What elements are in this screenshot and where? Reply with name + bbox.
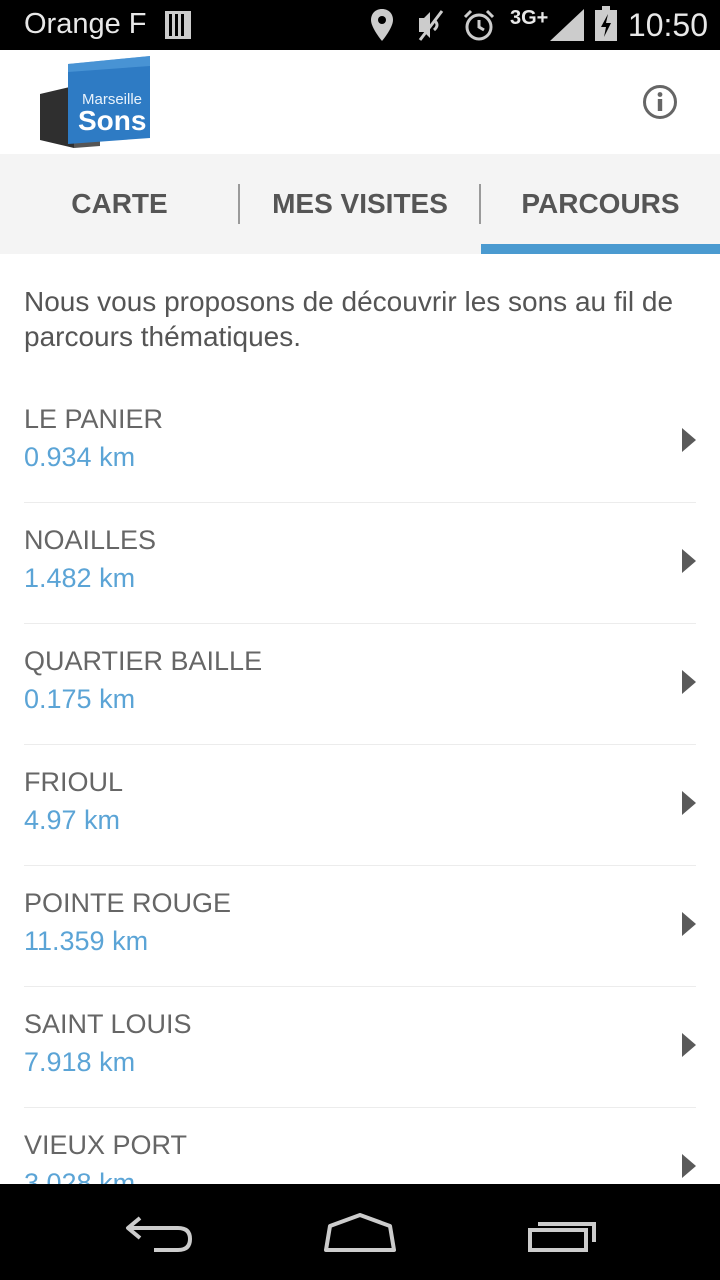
status-bar: Orange F 3G+ 10:50 (0, 0, 720, 50)
route-distance: 3.028 km (24, 1168, 136, 1184)
route-distance: 0.934 km (24, 442, 136, 472)
clock: 10:50 (627, 7, 708, 43)
route-name: POINTE ROUGE (24, 888, 232, 918)
list-item[interactable]: QUARTIER BAILLE 0.175 km (24, 624, 696, 745)
routes-panel[interactable]: Nous vous proposons de découvrir les son… (0, 254, 720, 1184)
chevron-right-icon (682, 670, 696, 694)
chevron-right-icon (682, 549, 696, 573)
route-distance: 7.918 km (24, 1047, 136, 1077)
app-header: Marseille Sons (0, 50, 720, 154)
route-name: SAINT LOUIS (24, 1009, 192, 1039)
svg-text:Sons: Sons (78, 105, 146, 136)
chevron-right-icon (682, 791, 696, 815)
active-tab-indicator (481, 244, 720, 254)
list-item[interactable]: VIEUX PORT 3.028 km (24, 1108, 696, 1184)
list-item[interactable]: LE PANIER 0.934 km (24, 382, 696, 503)
battery-icon (595, 6, 617, 41)
marseille-sons-logo: Marseille Sons (40, 56, 150, 148)
tab-label: MES VISITES (272, 188, 448, 219)
network-type: 3G+ (510, 7, 549, 29)
list-item[interactable]: SAINT LOUIS 7.918 km (24, 987, 696, 1108)
chevron-right-icon (682, 428, 696, 452)
tab-label: PARCOURS (521, 188, 680, 219)
route-name: NOAILLES (24, 525, 157, 555)
list-item[interactable]: POINTE ROUGE 11.359 km (24, 866, 696, 987)
routes-list: LE PANIER 0.934 km NOAILLES 1.482 km QUA… (24, 382, 696, 1184)
intro-text: Nous vous proposons de découvrir les son… (24, 286, 674, 352)
tab-parcours[interactable]: PARCOURS (481, 154, 720, 254)
tab-label: CARTE (71, 188, 168, 219)
list-item[interactable]: NOAILLES 1.482 km (24, 503, 696, 624)
route-distance: 4.97 km (24, 805, 121, 835)
route-name: LE PANIER (24, 404, 164, 434)
system-nav-bar (0, 1184, 720, 1280)
signal-icon (550, 9, 584, 41)
home-icon[interactable] (322, 1212, 398, 1254)
route-name: QUARTIER BAILLE (24, 646, 263, 676)
chevron-right-icon (682, 1154, 696, 1178)
route-distance: 11.359 km (24, 926, 149, 956)
carrier-name: Orange F (24, 8, 147, 40)
route-name: VIEUX PORT (24, 1130, 188, 1160)
list-item[interactable]: FRIOUL 4.97 km (24, 745, 696, 866)
mute-icon (418, 10, 444, 41)
chevron-right-icon (682, 1033, 696, 1057)
info-icon[interactable] (642, 84, 678, 120)
tab-carte[interactable]: CARTE (0, 154, 239, 254)
location-icon (371, 9, 393, 41)
alarm-icon (463, 9, 495, 41)
route-name: FRIOUL (24, 767, 124, 797)
back-icon[interactable] (124, 1214, 196, 1254)
route-distance: 0.175 km (24, 684, 136, 714)
route-distance: 1.482 km (24, 563, 136, 593)
recent-apps-icon[interactable] (526, 1216, 598, 1254)
chevron-right-icon (682, 912, 696, 936)
tab-mes-visites[interactable]: MES VISITES (240, 154, 480, 254)
sim-icon (165, 11, 191, 39)
tab-bar: CARTE MES VISITES PARCOURS (0, 154, 720, 254)
